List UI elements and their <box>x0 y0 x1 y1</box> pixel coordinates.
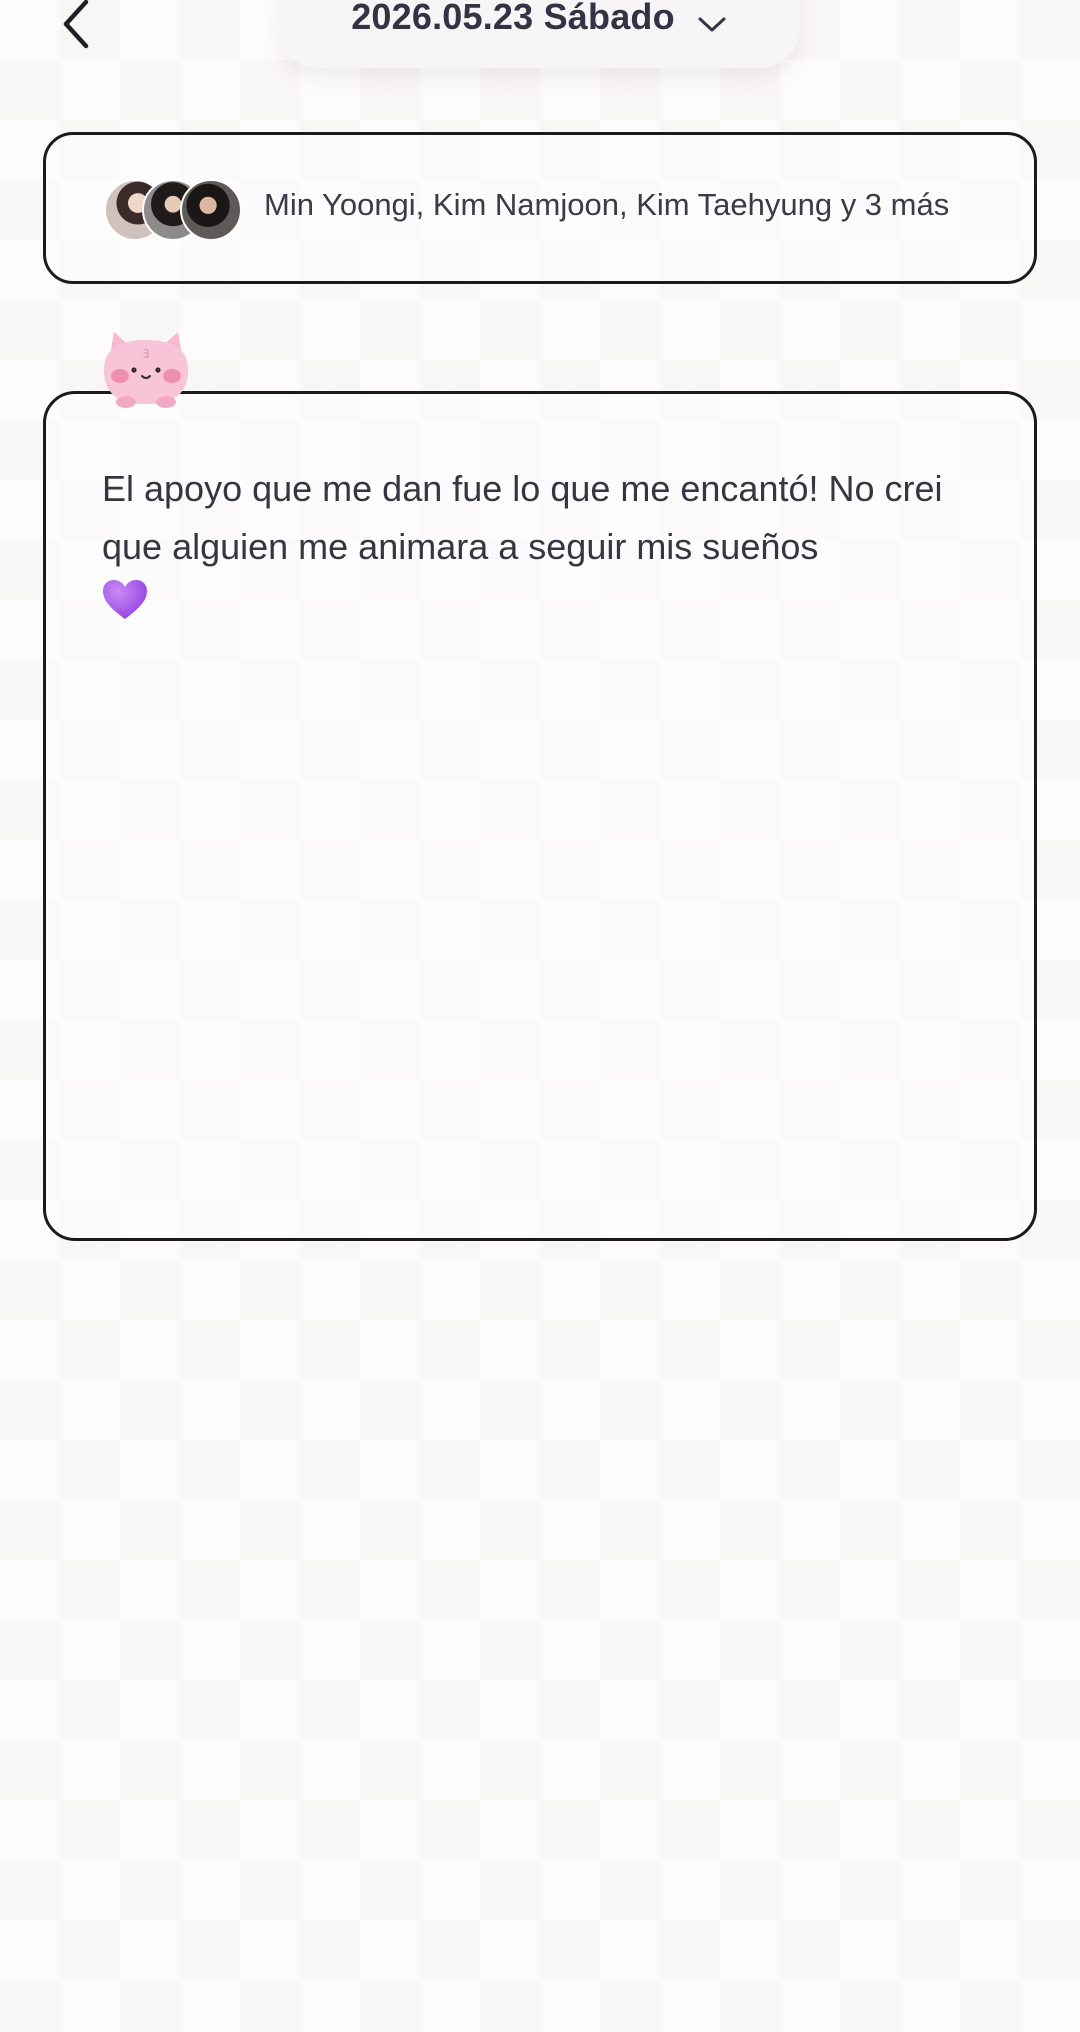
participants-names: Min Yoongi, Kim Namjoon, Kim Taehyung y … <box>264 187 950 222</box>
note-card[interactable]: El apoyo que me dan fue lo que me encant… <box>43 391 1037 1241</box>
back-button[interactable] <box>44 0 108 54</box>
participants-card[interactable]: Min Yoongi, Kim Namjoon, Kim Taehyung y … <box>43 132 1037 284</box>
date-selector[interactable]: 2026.05.23 Sábado <box>278 0 800 68</box>
avatar-stack <box>104 179 254 241</box>
date-label: 2026.05.23 Sábado <box>351 0 675 37</box>
mascot-badge: 3 <box>142 347 150 361</box>
back-arrow-icon <box>63 0 89 49</box>
pink-cat-mascot-icon: 3 <box>96 326 196 410</box>
purple-heart-icon <box>102 579 148 638</box>
note-text: El apoyo que me dan fue lo que me encant… <box>102 468 953 567</box>
avatar <box>180 179 242 241</box>
note-body: El apoyo que me dan fue lo que me encant… <box>102 460 982 638</box>
chevron-down-icon <box>697 16 727 34</box>
